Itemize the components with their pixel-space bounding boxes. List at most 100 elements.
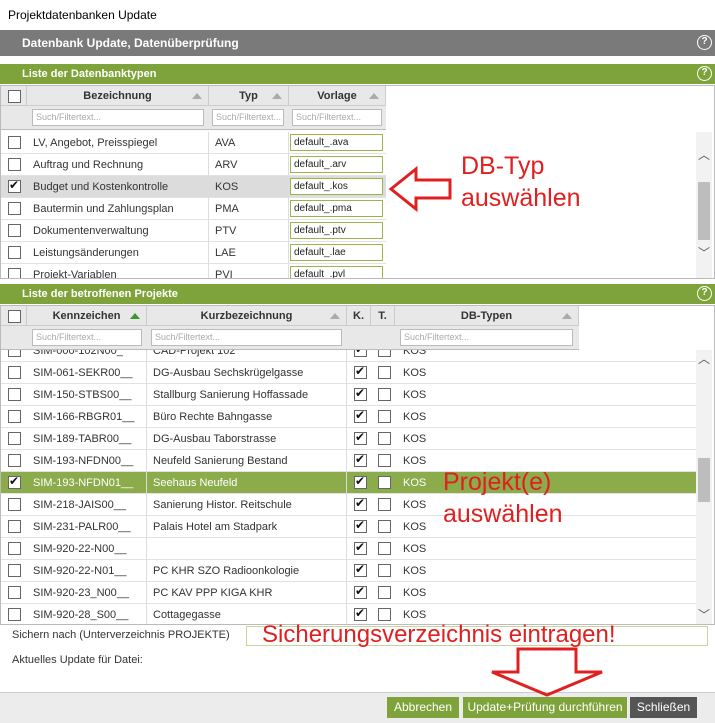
scroll-down-icon[interactable]: ﹀ (698, 606, 710, 623)
k-checkbox[interactable] (354, 452, 367, 467)
project-row[interactable]: SIM-189-TABR00__DG-Ausbau Taborstrasse KO… (1, 428, 697, 450)
t-checkbox[interactable] (378, 498, 391, 511)
filter-typ-input[interactable]: Such/Filtertext... (212, 109, 284, 126)
t-checkbox[interactable] (378, 476, 391, 489)
row-checkbox[interactable] (8, 388, 21, 401)
db-type-row[interactable]: Budget und KostenkontrolleKOSdefault_.ko… (1, 176, 386, 198)
k-checkbox[interactable] (354, 496, 367, 511)
project-row[interactable]: SIM-920-22-N00__ KOS (1, 538, 697, 560)
row-checkbox[interactable] (8, 564, 21, 577)
scroll-thumb[interactable] (698, 182, 710, 240)
t-checkbox[interactable] (378, 366, 391, 379)
t-checkbox[interactable] (378, 432, 391, 445)
row-checkbox[interactable] (8, 202, 21, 215)
column-vorlage[interactable]: Vorlage (289, 86, 386, 105)
close-button[interactable]: Schließen (630, 697, 697, 718)
db-type-row[interactable]: Auftrag und Rechnung ARV default_.arv (1, 154, 386, 176)
project-row[interactable]: SIM-231-PALR00__ Palais Hotel am Stadpark… (1, 516, 697, 538)
t-checkbox[interactable] (378, 542, 391, 555)
scroll-down-icon[interactable]: ﹀ (698, 244, 710, 261)
row-checkbox[interactable] (8, 410, 21, 423)
k-checkbox[interactable] (354, 364, 367, 379)
vorlage-input[interactable]: default_.kos (290, 178, 383, 195)
row-checkbox[interactable] (8, 366, 21, 379)
help-icon[interactable]: ? (697, 35, 712, 50)
select-all-checkbox[interactable] (8, 90, 21, 103)
k-checkbox[interactable] (354, 474, 367, 489)
column-kurzbezeichnung[interactable]: Kurzbezeichnung (147, 306, 347, 325)
filter-vorlage-input[interactable]: Such/Filtertext... (292, 109, 382, 126)
update-check-button[interactable]: Update+Prüfung durchführen (463, 697, 627, 718)
vorlage-input[interactable]: default_.pma (290, 200, 383, 217)
column-db-typen[interactable]: DB-Typen (395, 306, 579, 325)
k-checkbox[interactable] (354, 540, 367, 555)
t-checkbox[interactable] (378, 410, 391, 423)
scroll-thumb[interactable] (698, 458, 710, 502)
column-k[interactable]: K. (347, 306, 371, 325)
db-type-row[interactable]: Bautermin und Zahlungsplan PMA default_.pm… (1, 198, 386, 220)
project-row[interactable]: SIM-150-STBS00__ Stallburg Sanierung Hoff… (1, 384, 697, 406)
vorlage-input[interactable]: default_.pvl (290, 266, 383, 278)
t-checkbox[interactable] (378, 454, 391, 467)
t-checkbox[interactable] (378, 350, 391, 357)
row-checkbox[interactable] (8, 454, 21, 467)
row-checkbox[interactable] (8, 224, 21, 237)
filter-kennzeichen-input[interactable]: Such/Filtertext... (32, 329, 142, 346)
project-row[interactable]: SIM-061-SEKR00__ DG-Ausbau Sechskrügelgas… (1, 362, 697, 384)
row-checkbox[interactable] (8, 246, 21, 259)
row-checkbox[interactable] (8, 158, 21, 171)
project-row[interactable]: SIM-920-22-N01__ PC KHR SZO Radioonkologi… (1, 560, 697, 582)
help-icon[interactable]: ? (697, 286, 712, 301)
vorlage-input[interactable]: default_.arv (290, 156, 383, 173)
vorlage-input[interactable]: default_.ava (290, 134, 383, 151)
select-all-checkbox[interactable] (8, 310, 21, 323)
db-type-row[interactable]: Dokumentenverwaltung PTV default_.ptv (1, 220, 386, 242)
filter-db-typen-input[interactable]: Such/Filtertext... (400, 329, 573, 346)
row-checkbox[interactable] (8, 350, 21, 357)
row-checkbox[interactable] (8, 178, 21, 193)
k-checkbox[interactable] (354, 408, 367, 423)
db-type-row[interactable]: Leistungsänderungen LAE default_.lae (1, 242, 386, 264)
db-type-row[interactable]: Projekt-Variablen PVI default_.pvl (1, 264, 386, 278)
row-checkbox[interactable] (8, 136, 21, 149)
row-checkbox[interactable] (8, 608, 21, 621)
row-checkbox[interactable] (8, 474, 21, 489)
project-row[interactable]: SIM-000-102N00_CAD-Projekt 102 KOS (1, 350, 697, 362)
vorlage-input[interactable]: default_.ptv (290, 222, 383, 239)
filter-kurzbezeichnung-input[interactable]: Such/Filtertext... (151, 329, 342, 346)
column-typ[interactable]: Typ (209, 86, 289, 105)
proj-scrollbar[interactable]: ︿ ﹀ (696, 350, 712, 624)
row-checkbox[interactable] (8, 498, 21, 511)
row-checkbox[interactable] (8, 542, 21, 555)
k-checkbox[interactable] (354, 430, 367, 445)
row-checkbox[interactable] (8, 520, 21, 533)
filter-bezeichnung-input[interactable]: Such/Filtertext... (32, 109, 204, 126)
vorlage-input[interactable]: default_.lae (290, 244, 383, 261)
k-checkbox[interactable] (354, 584, 367, 599)
t-checkbox[interactable] (378, 388, 391, 401)
column-bezeichnung[interactable]: Bezeichnung (27, 86, 209, 105)
project-row[interactable]: SIM-218-JAIS00__ Sanierung Histor. Reitsc… (1, 494, 697, 516)
project-row[interactable]: SIM-920-23_N00__PC KAV PPP KIGA KHR KOS (1, 582, 697, 604)
db-type-row[interactable]: LV, Angebot, Preisspiegel AVA default_.ava (1, 132, 386, 154)
t-checkbox[interactable] (378, 586, 391, 599)
db-scrollbar[interactable]: ︿ ﹀ (696, 132, 712, 278)
column-kennzeichen[interactable]: Kennzeichen (27, 306, 147, 325)
column-t[interactable]: T. (371, 306, 395, 325)
k-checkbox[interactable] (354, 350, 367, 357)
t-checkbox[interactable] (378, 564, 391, 577)
k-checkbox[interactable] (354, 562, 367, 577)
row-checkbox[interactable] (8, 432, 21, 445)
row-checkbox[interactable] (8, 268, 21, 278)
row-checkbox[interactable] (8, 586, 21, 599)
scroll-up-icon[interactable]: ︿ (698, 350, 710, 367)
k-checkbox[interactable] (354, 386, 367, 401)
project-row[interactable]: SIM-166-RBGR01__Büro Rechte Bahngasse KOS (1, 406, 697, 428)
project-row[interactable]: SIM-193-NFDN01__Seehaus NeufeldKOS (1, 472, 697, 494)
cancel-button[interactable]: Abbrechen (387, 697, 459, 718)
t-checkbox[interactable] (378, 520, 391, 533)
help-icon[interactable]: ? (697, 66, 712, 81)
project-row[interactable]: SIM-193-NFDN00__ Neufeld Sanierung Bestan… (1, 450, 697, 472)
k-checkbox[interactable] (354, 518, 367, 533)
scroll-up-icon[interactable]: ︿ (698, 146, 710, 163)
